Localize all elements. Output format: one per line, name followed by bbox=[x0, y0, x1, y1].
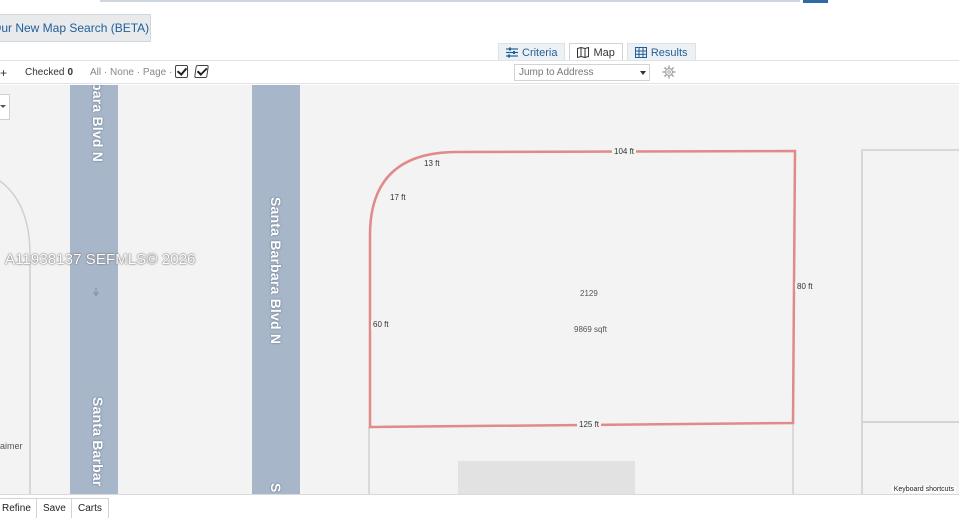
lot-area: 9869 sqft bbox=[574, 325, 607, 334]
arrow-down-icon bbox=[93, 283, 99, 297]
jump-to-address-select[interactable]: Jump to Address bbox=[514, 64, 650, 81]
check-visible-icon[interactable] bbox=[175, 65, 188, 78]
map-canvas[interactable]: bara Blvd N Santa Barbar Santa Barbara B… bbox=[0, 85, 959, 494]
check-all-icon[interactable] bbox=[194, 65, 209, 78]
tab-map-label: Map bbox=[593, 46, 615, 59]
checked-count-label: Checked 0 bbox=[25, 67, 73, 78]
search-input[interactable] bbox=[100, 0, 800, 2]
keyboard-shortcuts-link[interactable]: Keyboard shortcuts bbox=[891, 486, 956, 493]
tab-criteria[interactable]: Criteria bbox=[498, 43, 566, 61]
gear-icon[interactable] bbox=[662, 65, 676, 79]
road-label: bara Blvd N bbox=[90, 85, 106, 162]
dimension-curve-top: 13 ft bbox=[422, 159, 442, 168]
view-tabs: Criteria Map Results bbox=[498, 43, 696, 61]
map-type-control[interactable] bbox=[0, 94, 10, 120]
tab-results[interactable]: Results bbox=[626, 43, 696, 61]
search-button[interactable] bbox=[803, 0, 828, 3]
disclaimer-link[interactable]: laimer bbox=[0, 441, 23, 451]
separator: · bbox=[136, 67, 141, 78]
dimension-bottom: 125 ft bbox=[577, 420, 602, 429]
dimension-right: 80 ft bbox=[795, 282, 815, 291]
select-links: All · None · Page · bbox=[90, 67, 172, 78]
checked-count: 0 bbox=[67, 67, 74, 78]
carts-button[interactable]: Carts bbox=[71, 498, 109, 518]
dimension-top: 104 ft bbox=[612, 147, 637, 156]
tab-results-label: Results bbox=[650, 46, 688, 59]
save-button[interactable]: Save bbox=[36, 498, 73, 518]
map-icon bbox=[577, 47, 590, 58]
separator: · bbox=[168, 67, 173, 78]
road-label: S bbox=[268, 483, 284, 493]
bottom-action-bar: Refine Save Carts bbox=[0, 494, 959, 519]
select-page-link[interactable]: Page bbox=[143, 67, 166, 78]
select-none-link[interactable]: None bbox=[110, 67, 134, 78]
dimension-curve-left: 17 ft bbox=[388, 193, 408, 202]
chevron-down-icon bbox=[640, 71, 646, 75]
jump-placeholder: Jump to Address bbox=[519, 67, 594, 78]
tab-criteria-label: Criteria bbox=[522, 46, 558, 59]
refine-button[interactable]: Refine bbox=[0, 498, 38, 518]
road-label: Santa Barbara Blvd N bbox=[268, 197, 284, 345]
select-all-link[interactable]: All bbox=[90, 67, 101, 78]
banner-label[interactable]: Our New Map Search (BETA) bbox=[0, 21, 149, 35]
map-toolbar: + Checked 0 All · None · Page · Jump to A… bbox=[0, 60, 959, 84]
tab-map[interactable]: Map bbox=[569, 43, 623, 61]
grid-icon bbox=[634, 47, 647, 58]
dimension-left: 60 ft bbox=[371, 320, 391, 329]
checked-label: Checked bbox=[25, 67, 65, 78]
lot-number: 2129 bbox=[580, 289, 598, 298]
sliders-icon bbox=[506, 47, 518, 58]
new-map-search-banner[interactable]: Our New Map Search (BETA) bbox=[0, 14, 151, 42]
expand-icon[interactable]: + bbox=[0, 66, 7, 80]
top-search-strip bbox=[0, 0, 959, 10]
separator: · bbox=[103, 67, 108, 78]
mls-watermark: A11938137 SEFMLS© 2026 bbox=[5, 251, 196, 268]
map-parcel-lines bbox=[0, 149, 959, 494]
road-label: Santa Barbar bbox=[90, 397, 106, 487]
